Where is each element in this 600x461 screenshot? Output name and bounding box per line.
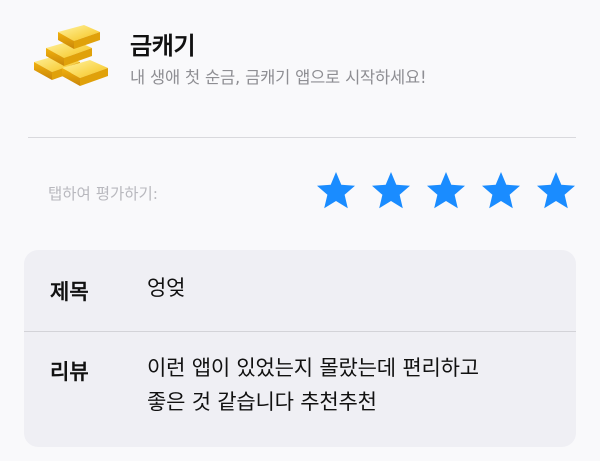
- title-field[interactable]: 제목 엉엊: [24, 250, 576, 331]
- star-rating[interactable]: [316, 170, 576, 210]
- rating-row: 탭하여 평가하기:: [28, 168, 576, 216]
- star-4-icon[interactable]: [481, 170, 521, 210]
- review-field[interactable]: 리뷰 이런 앱이 있었는지 몰랐는데 편리하고 좋은 것 같습니다 추천추천: [24, 332, 576, 447]
- header-divider: [28, 137, 576, 138]
- review-label: 리뷰: [50, 360, 89, 384]
- title-label: 제목: [50, 280, 89, 304]
- title-input[interactable]: 엉엊: [147, 271, 185, 305]
- gold-bars-icon: [28, 18, 116, 88]
- star-1-icon[interactable]: [316, 170, 356, 210]
- review-text-line: 이런 앱이 있었는지 몰랐는데 편리하고: [147, 356, 479, 380]
- app-header: 금캐기 내 생애 첫 순금, 금캐기 앱으로 시작하세요!: [28, 18, 576, 98]
- star-2-icon[interactable]: [371, 170, 411, 210]
- star-5-icon[interactable]: [536, 170, 576, 210]
- review-textarea[interactable]: 이런 앱이 있었는지 몰랐는데 편리하고 좋은 것 같습니다 추천추천: [147, 351, 557, 419]
- rating-label: 탭하여 평가하기:: [48, 185, 158, 203]
- review-card: 제목 엉엊 리뷰 이런 앱이 있었는지 몰랐는데 편리하고 좋은 것 같습니다 …: [24, 250, 576, 447]
- app-subtitle: 내 생애 첫 순금, 금캐기 앱으로 시작하세요!: [130, 68, 427, 87]
- review-text-line: 좋은 것 같습니다 추천추천: [147, 390, 377, 414]
- star-3-icon[interactable]: [426, 170, 466, 210]
- app-title: 금캐기: [130, 32, 196, 60]
